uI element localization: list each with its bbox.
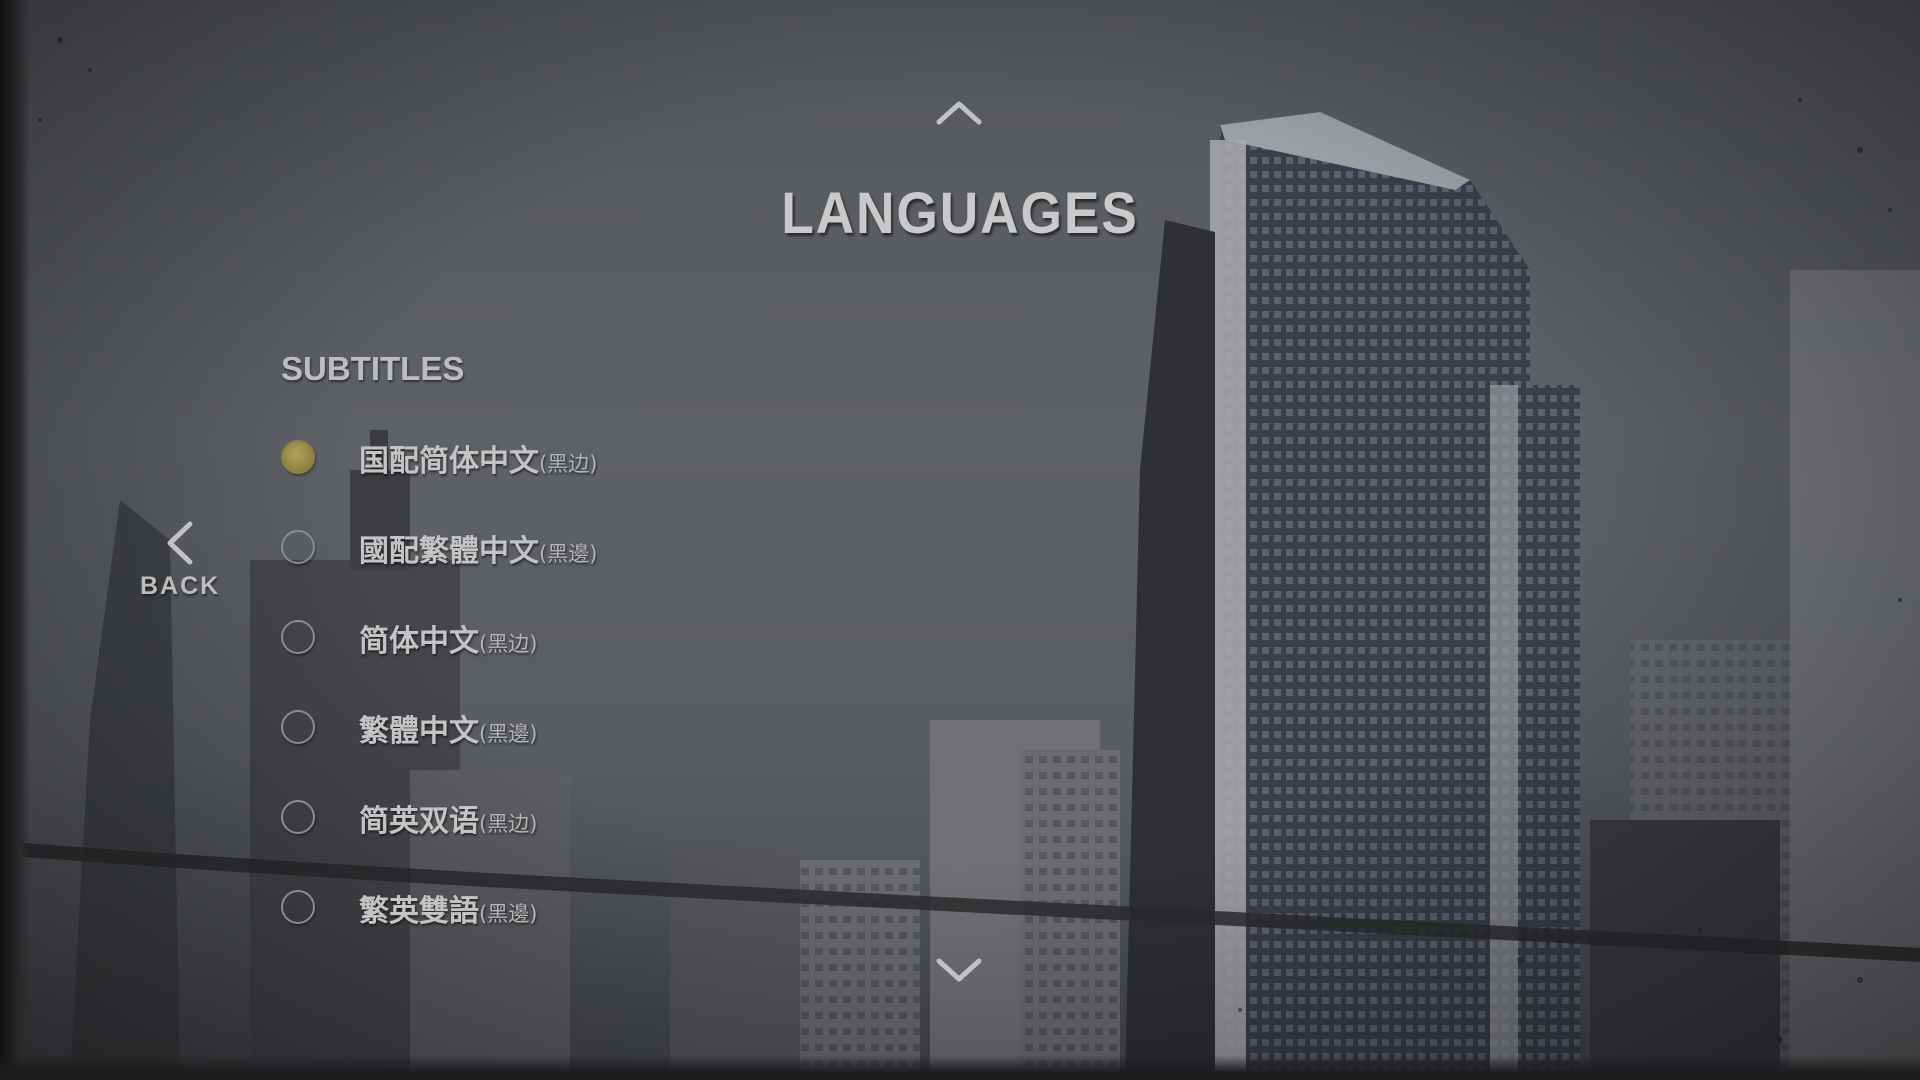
subtitle-option-suffix: (黑邊): [479, 722, 538, 746]
film-frame-left: [0, 0, 30, 1080]
subtitle-option[interactable]: 繁英雙語(黑邊): [281, 880, 881, 970]
subtitle-option-text: 國配繁體中文(黑邊): [359, 526, 597, 570]
subtitle-option[interactable]: 繁體中文(黑邊): [281, 700, 881, 790]
subtitle-option-label: 国配简体中文: [359, 444, 539, 479]
subtitle-option-label: 简英双语: [359, 804, 479, 839]
page-title: LANGUAGES: [781, 181, 1139, 246]
radio-button-selected[interactable]: [281, 440, 315, 474]
scroll-down-button[interactable]: [935, 955, 983, 985]
chevron-left-icon: [167, 521, 193, 565]
subtitle-option-label: 繁英雙語: [359, 894, 479, 929]
radio-button[interactable]: [281, 890, 315, 924]
film-frame-bottom: [0, 1055, 1920, 1080]
subtitle-options-list: 国配简体中文(黑边) 國配繁體中文(黑邊) 简体中文(黑边) 繁體中文(黑邊) …: [281, 430, 881, 970]
menu-screen: LANGUAGES BACK SUBTITLES 国配简体中文(黑边) 國配繁體…: [0, 0, 1920, 1080]
subtitle-option-text: 国配简体中文(黑边): [359, 436, 597, 480]
subtitle-option-suffix: (黑邊): [539, 542, 598, 566]
subtitle-option-label: 简体中文: [359, 624, 479, 659]
radio-button[interactable]: [281, 800, 315, 834]
subtitle-option[interactable]: 简体中文(黑边): [281, 610, 881, 700]
subtitle-option[interactable]: 国配简体中文(黑边): [281, 430, 881, 520]
subtitle-option-suffix: (黑边): [479, 632, 538, 656]
subtitle-option[interactable]: 國配繁體中文(黑邊): [281, 520, 881, 610]
radio-button[interactable]: [281, 710, 315, 744]
subtitle-option-suffix: (黑邊): [479, 902, 538, 926]
subtitle-option-text: 简体中文(黑边): [359, 616, 537, 660]
subtitle-option-suffix: (黑边): [539, 452, 598, 476]
chevron-up-icon: [936, 101, 982, 125]
scroll-up-button[interactable]: [935, 98, 983, 128]
subtitle-option-label: 國配繁體中文: [359, 534, 539, 569]
subtitle-option[interactable]: 简英双语(黑边): [281, 790, 881, 880]
radio-button[interactable]: [281, 620, 315, 654]
subtitle-option-text: 繁英雙語(黑邊): [359, 886, 537, 930]
subtitle-option-text: 繁體中文(黑邊): [359, 706, 537, 750]
subtitle-option-text: 简英双语(黑边): [359, 796, 537, 840]
subtitle-option-suffix: (黑边): [479, 812, 538, 836]
subtitle-option-label: 繁體中文: [359, 714, 479, 749]
section-title-subtitles: SUBTITLES: [281, 350, 465, 387]
back-button[interactable]: BACK: [140, 520, 220, 600]
back-label: BACK: [140, 572, 221, 600]
chevron-down-icon: [936, 958, 982, 982]
radio-button[interactable]: [281, 530, 315, 564]
